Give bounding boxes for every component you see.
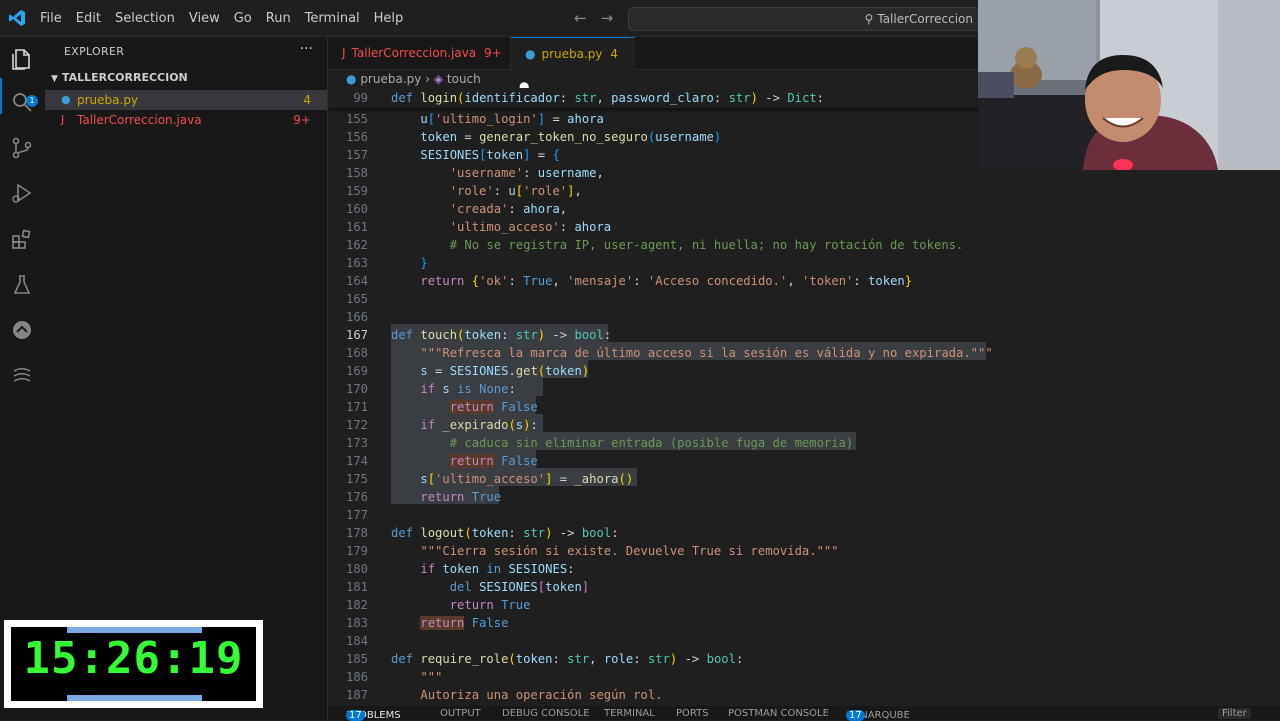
tab-label: prueba.py (541, 47, 603, 61)
timer-text: 15:26:19 (23, 633, 244, 684)
menu-help[interactable]: Help (374, 11, 404, 26)
menu-edit[interactable]: Edit (76, 11, 101, 26)
menu-view[interactable]: View (189, 11, 220, 26)
tab-terminal[interactable]: TERMINAL (604, 708, 655, 719)
code-line: 181 del SESIONES[token] (345, 580, 590, 594)
chevron-right-icon: › (425, 72, 430, 86)
file-item-prueba[interactable]: ● prueba.py 4 (45, 90, 327, 110)
webcam-image (978, 0, 1280, 170)
menu-bar: File Edit Selection View Go Run Terminal… (40, 0, 417, 36)
tab-debug-console[interactable]: DEBUG CONSOLE (502, 708, 590, 719)
search-icon: ⚲ (864, 12, 874, 26)
folder-name: TALLERCORRECCION (61, 71, 188, 84)
sonarqube-icon[interactable] (10, 363, 34, 387)
code-line: 187 Autoriza una operación según rol. (345, 688, 663, 702)
menu-file[interactable]: File (40, 11, 62, 26)
python-file-icon: ● (61, 93, 71, 106)
tab-tallercorreccion-java[interactable]: J TallerCorreccion.java 9+ (328, 37, 511, 69)
extensions-icon[interactable] (10, 227, 34, 251)
testing-flask-icon[interactable] (10, 273, 34, 297)
code-line: 176 return True (345, 490, 502, 504)
code-line: 178 def logout(token: str) -> bool: (345, 526, 619, 540)
tab-postman-console[interactable]: POSTMAN CONSOLE (728, 708, 829, 719)
code-line: 166 (345, 310, 368, 324)
search-text: TallerCorreccion (877, 12, 973, 26)
folder-header[interactable]: ▼ TALLERCORRECCION (51, 71, 188, 84)
command-center-search[interactable]: ⚲ TallerCorreccion (628, 7, 980, 31)
code-line: 180 if token in SESIONES: (345, 562, 575, 576)
method-symbol-icon: ◈ (433, 72, 444, 86)
tab-prueba-py[interactable]: ● prueba.py 4 ● (511, 37, 635, 93)
code-line: 170 if s is None: (345, 382, 516, 396)
code-line: 185 def require_role(token: str, role: st… (345, 652, 744, 666)
code-line: 172 if _expirado(s): (345, 418, 538, 432)
forward-arrow-icon[interactable]: → (601, 9, 614, 27)
code-line: 162 # No se registra IP, user-agent, ni … (345, 238, 964, 252)
file-item-tallercorreccion[interactable]: J TallerCorreccion.java 9+ (45, 110, 327, 130)
menu-run[interactable]: Run (266, 11, 291, 26)
explorer-title: EXPLORER (64, 45, 125, 58)
code-line: 182 return True (345, 598, 531, 612)
code-line: 174 return False (345, 454, 538, 468)
python-file-icon: ● (525, 47, 536, 61)
tab-count: 9+ (484, 46, 502, 60)
search-icon[interactable] (10, 90, 34, 114)
java-file-icon: J (342, 46, 346, 60)
editor-tabs: J TallerCorreccion.java 9+ ● prueba.py 4 ● (328, 37, 978, 93)
chevron-down-icon: ▼ (51, 74, 58, 84)
code-line: 177 (345, 508, 368, 522)
panel-tabs: PROBLEMS 17 OUTPUT DEBUG CONSOLE TERMINA… (328, 706, 1280, 721)
timer-overlay: 15:26:19 (4, 620, 263, 708)
code-line: 186 """ (345, 670, 443, 684)
tab-output[interactable]: OUTPUT (440, 708, 481, 719)
back-arrow-icon[interactable]: ← (574, 9, 587, 27)
menu-go[interactable]: Go (234, 11, 252, 26)
problem-count: 4 (303, 93, 311, 107)
webcam-overlay (978, 0, 1280, 170)
tab-count: 4 (610, 47, 618, 61)
code-line: 175 s['ultimo_acceso'] = _ahora() (345, 472, 634, 486)
tab-ports[interactable]: PORTS (676, 708, 709, 719)
menu-selection[interactable]: Selection (115, 11, 175, 26)
breadcrumb: ● prueba.py › ◈ touch (328, 70, 978, 88)
code-line: 164 return {'ok': True, 'mensaje': 'Acce… (345, 274, 913, 288)
activity-bar: 1 (0, 37, 46, 720)
code-line: 159 'role': u['role'], (345, 184, 582, 198)
tab-label: TallerCorreccion.java (351, 46, 477, 60)
active-indicator (0, 78, 2, 114)
code-line: 165 (345, 292, 368, 306)
breadcrumb-file[interactable]: prueba.py (360, 72, 421, 86)
code-line: 169 s = SESIONES.get(token) (345, 364, 590, 378)
explorer-icon[interactable] (10, 47, 34, 71)
nav-arrows: ← → (574, 9, 627, 27)
file-name: TallerCorreccion.java (77, 113, 202, 127)
breadcrumb-symbol[interactable]: touch (447, 72, 481, 86)
code-line: 167 def touch(token: str) -> bool: (345, 328, 612, 342)
explorer-sidebar: EXPLORER ··· ▼ TALLERCORRECCION ● prueba.… (45, 37, 328, 720)
run-debug-icon[interactable] (10, 181, 34, 205)
code-editor[interactable]: 155 u['ultimo_login'] = ahora 156 token … (328, 88, 1280, 706)
java-file-icon: J (61, 113, 65, 126)
source-control-icon[interactable] (10, 136, 34, 160)
code-line: 179 """Cierra sesión si existe. Devuelve… (345, 544, 839, 558)
code-line: 163 } (345, 256, 428, 270)
timer-decor-bar (67, 695, 202, 701)
code-line: 160 'creada': ahora, (345, 202, 568, 216)
code-line: 168 """Refresca la marca de último acces… (345, 346, 993, 360)
python-file-icon: ● (346, 72, 357, 86)
more-actions-icon[interactable]: ··· (300, 41, 313, 57)
code-line: 161 'ultimo_acceso': ahora (345, 220, 612, 234)
remote-explorer-icon[interactable] (10, 318, 34, 342)
code-line: 173 # caduca sin eliminar entrada (posib… (345, 436, 854, 450)
filter-input[interactable]: Filter (1218, 708, 1251, 719)
vscode-logo-icon (9, 10, 25, 26)
file-name: prueba.py (77, 93, 139, 107)
menu-terminal[interactable]: Terminal (305, 11, 360, 26)
code-line: 184 (345, 634, 368, 648)
problem-count: 9+ (293, 113, 311, 127)
code-line: 183 return False (345, 616, 509, 630)
timer-display: 15:26:19 (11, 627, 256, 701)
code-line: 171 return False (345, 400, 538, 414)
